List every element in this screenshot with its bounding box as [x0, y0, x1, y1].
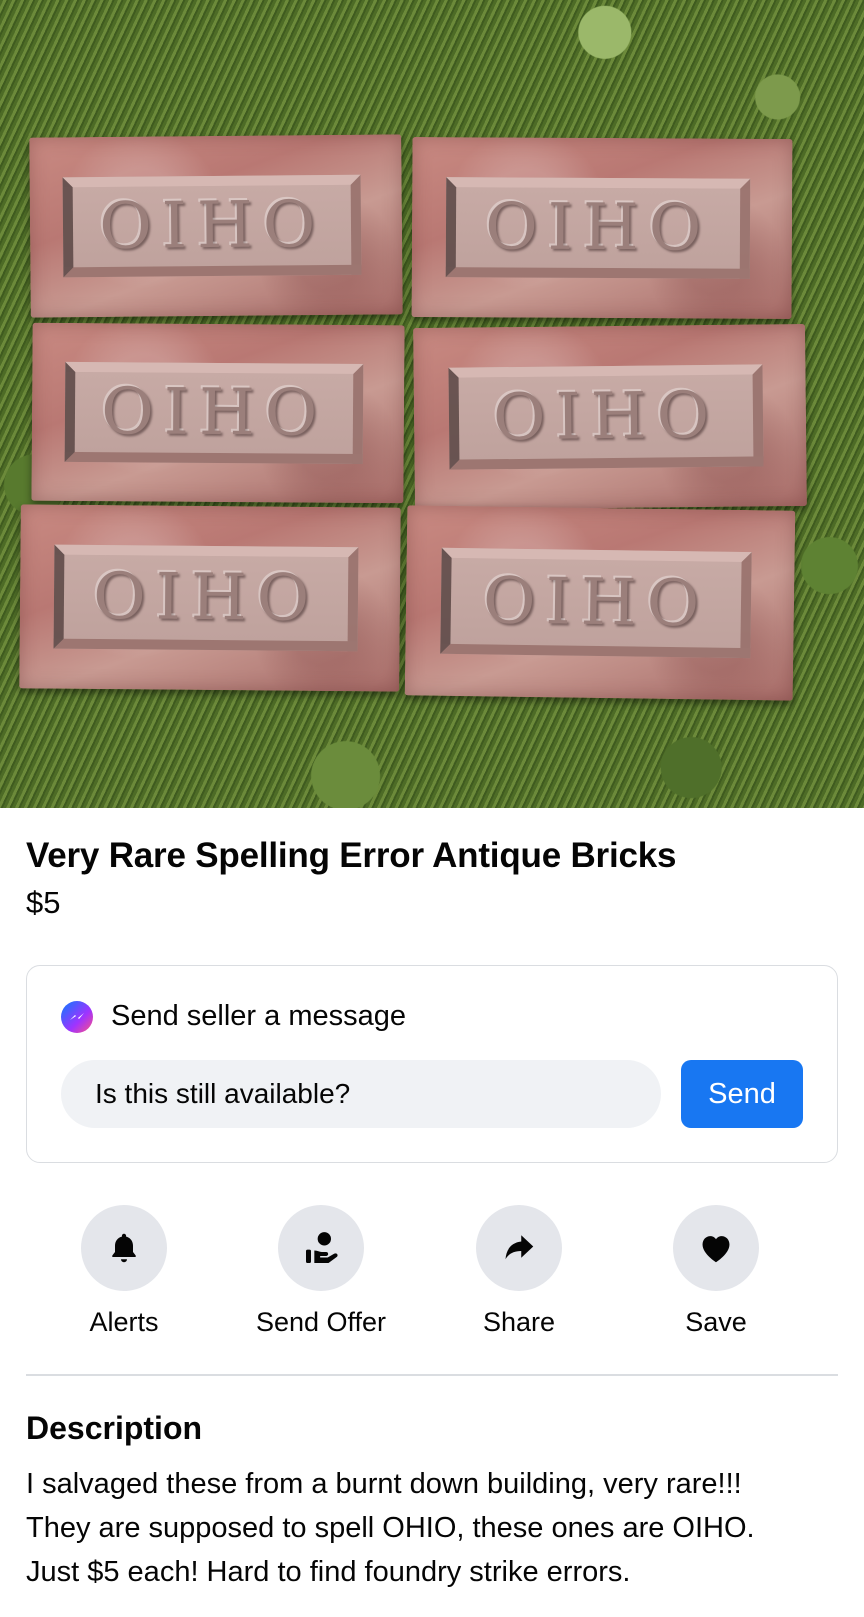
- message-card-header: Send seller a message: [61, 1000, 406, 1033]
- send-offer-button[interactable]: [278, 1205, 364, 1291]
- section-divider: [26, 1374, 838, 1376]
- brick-stamp: OIHO: [98, 188, 326, 265]
- description-heading: Description: [26, 1410, 203, 1446]
- brick-frog: OIHO: [445, 176, 751, 280]
- description-line: Just $5 each! Hard to find foundry strik…: [26, 1556, 631, 1588]
- brick-frog: OIHO: [448, 364, 764, 470]
- description-text: I salvaged these from a burnt down build…: [26, 1462, 846, 1594]
- brick-stamp: OIHO: [92, 559, 320, 636]
- share-action[interactable]: Share: [419, 1205, 619, 1338]
- share-arrow-icon: [505, 1235, 534, 1260]
- brick-4: OIHO: [413, 323, 807, 511]
- brick-frog: OIHO: [53, 545, 359, 651]
- share-label: Share: [482, 1307, 556, 1337]
- alerts-label: Alerts: [89, 1307, 159, 1337]
- action-bar: Alerts Send Offer Share Save: [0, 1205, 864, 1345]
- brick-5: OIHO: [19, 504, 401, 692]
- message-input[interactable]: [61, 1060, 661, 1128]
- listing-photo[interactable]: OIHO OIHO OIHO OIHO OIHO OIHO: [0, 0, 864, 808]
- brick-frog: OIHO: [63, 174, 362, 278]
- brick-frog: OIHO: [65, 362, 364, 464]
- description-line: I salvaged these from a burnt down build…: [26, 1468, 742, 1500]
- listing-title: Very Rare Spelling Error Antique Bricks: [26, 836, 677, 875]
- brick-3: OIHO: [31, 322, 405, 504]
- brick-stamp: OIHO: [484, 190, 712, 266]
- brick-1: OIHO: [29, 134, 403, 318]
- send-offer-action[interactable]: Send Offer: [221, 1205, 421, 1338]
- heart-icon: [702, 1236, 730, 1263]
- send-button[interactable]: Send: [681, 1060, 803, 1128]
- offer-icon: [306, 1232, 338, 1263]
- save-action[interactable]: Save: [616, 1205, 816, 1338]
- bell-icon: [112, 1233, 136, 1263]
- brick-frog: OIHO: [440, 547, 753, 659]
- brick-stamp: OIHO: [100, 375, 328, 451]
- message-card-title: Send seller a message: [111, 1000, 406, 1032]
- brick-6: OIHO: [404, 505, 796, 701]
- brick-stamp: OIHO: [492, 378, 720, 456]
- save-button[interactable]: [673, 1205, 759, 1291]
- alerts-action[interactable]: Alerts: [24, 1205, 224, 1338]
- save-label: Save: [685, 1307, 747, 1337]
- description-line: They are supposed to spell OHIO, these o…: [26, 1512, 755, 1544]
- brick-stamp: OIHO: [482, 564, 710, 642]
- alerts-button[interactable]: [81, 1205, 167, 1291]
- share-button[interactable]: [476, 1205, 562, 1291]
- listing-price: $5: [26, 885, 61, 920]
- send-offer-label: Send Offer: [255, 1307, 387, 1337]
- messenger-icon: [61, 1000, 93, 1033]
- brick-2: OIHO: [411, 137, 793, 319]
- message-seller-card: Send seller a message Send: [26, 965, 838, 1163]
